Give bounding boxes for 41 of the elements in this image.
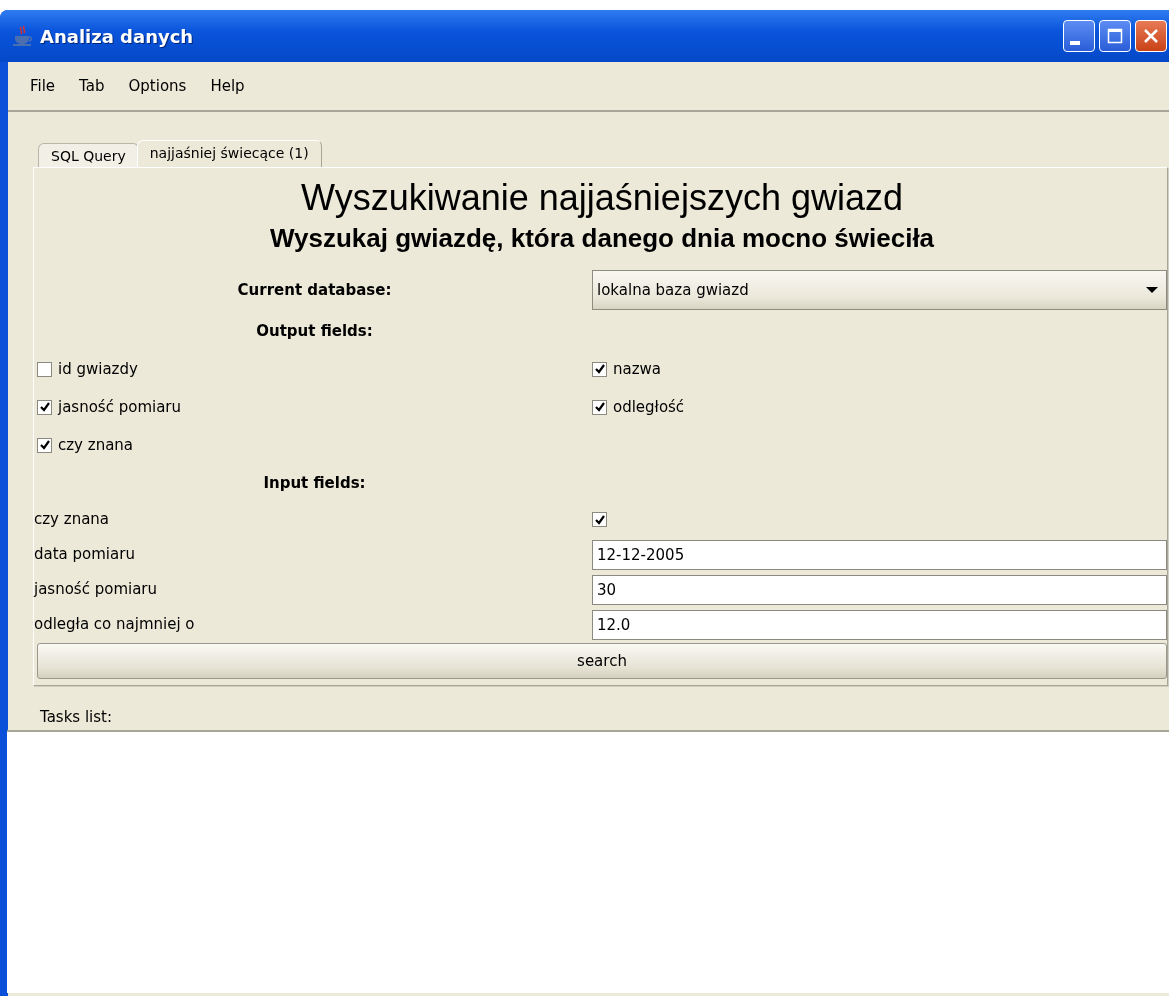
checkbox-label: id gwiazdy xyxy=(58,360,138,378)
checkbox[interactable] xyxy=(592,512,607,527)
tasks-list-label: Tasks list: xyxy=(40,708,114,728)
tab[interactable]: SQL Query xyxy=(38,143,139,167)
field-label: czy znana xyxy=(34,509,111,530)
search-button[interactable]: search xyxy=(37,643,1167,679)
tab[interactable]: najjaśniej świecące (1) xyxy=(136,140,322,167)
database-dropdown[interactable]: lokalna baza gwiazd xyxy=(592,270,1167,310)
checkbox[interactable] xyxy=(37,399,52,415)
checkbox-label: czy znana xyxy=(58,436,134,454)
checkbox[interactable] xyxy=(592,361,607,377)
menu-item[interactable]: Tab xyxy=(67,77,117,95)
menu-item[interactable]: File xyxy=(22,77,68,95)
checkbox[interactable] xyxy=(37,437,52,453)
subheading: Wyszukaj gwiazdę, która danego dnia mocno świeciła xyxy=(268,222,936,255)
checkbox-label: jasność pomiaru xyxy=(58,398,182,416)
close-icon xyxy=(1143,28,1159,44)
checkbox[interactable] xyxy=(37,361,52,377)
minimize-button[interactable] xyxy=(1063,20,1095,52)
minimize-icon xyxy=(1070,41,1080,45)
checkbox-label: nazwa xyxy=(613,360,662,378)
menu-item[interactable]: Options xyxy=(116,77,199,95)
menu-item[interactable]: Help xyxy=(198,77,257,95)
section-title: Output fields: xyxy=(255,321,374,342)
close-button[interactable] xyxy=(1135,20,1167,52)
dropdown-arrow-icon xyxy=(1146,286,1158,294)
field-label: Current database: xyxy=(236,280,393,301)
maximize-button[interactable] xyxy=(1099,20,1131,52)
heading: Wyszukiwanie najjaśniejszych gwiazd xyxy=(300,176,904,220)
maximize-icon xyxy=(1107,28,1123,44)
input-field[interactable]: 30 xyxy=(592,574,1167,605)
coffee-cup-icon xyxy=(12,25,34,47)
checkbox-label: odległość xyxy=(613,398,685,416)
window-title: Analiza danych xyxy=(40,25,195,47)
field-label: jasność pomiaru xyxy=(34,579,159,600)
field-label: data pomiaru xyxy=(34,544,136,565)
checkbox[interactable] xyxy=(592,399,607,415)
field-label: odległa co najmniej o xyxy=(34,614,196,635)
section-title: Input fields: xyxy=(262,473,367,494)
input-field[interactable]: 12.0 xyxy=(592,609,1167,640)
input-field[interactable]: 12-12-2005 xyxy=(592,539,1167,570)
